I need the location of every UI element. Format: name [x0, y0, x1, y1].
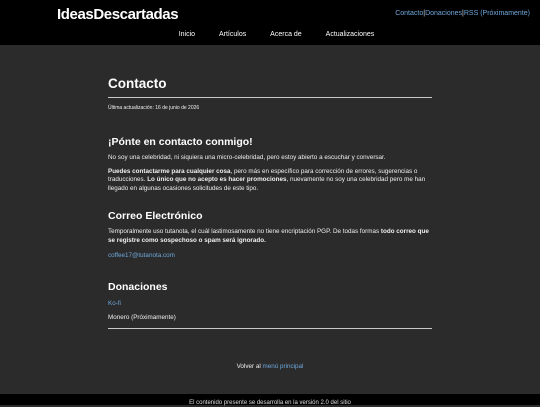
kofi-link[interactable]: Ko-fi: [108, 300, 121, 307]
bottom-note: El contenido presente se desarrolla en l…: [189, 400, 351, 406]
footer-divider: [108, 327, 432, 329]
site-logo[interactable]: IdeasDescartadas: [57, 5, 179, 25]
nav-item-articulos[interactable]: Artículos: [219, 31, 246, 38]
back-text: Volver al: [236, 363, 263, 370]
nav-item-actualizaciones[interactable]: Actualizaciones: [326, 31, 375, 38]
donations-heading: Donaciones: [108, 280, 168, 293]
top-link-rss[interactable]: RSS (Próximamente): [464, 10, 530, 17]
top-links: Contacto|Donaciones|RSS (Próximamente): [395, 9, 530, 18]
nav-item-inicio[interactable]: Inicio: [179, 31, 195, 38]
email-text: Temporalmente uso tutanota, el cuál last…: [108, 228, 381, 236]
top-link-donaciones[interactable]: Donaciones: [425, 10, 462, 17]
main-content: Contacto Última actualización: 16 de jun…: [108, 75, 432, 329]
contact-details: Puedes contactarme para cualquier cosa, …: [108, 168, 432, 194]
email-description: Temporalmente uso tutanota, el cuál last…: [108, 228, 432, 245]
top-link-contacto[interactable]: Contacto: [395, 10, 423, 17]
contact-bold-2: Lo único que no acepto es hacer promocio…: [147, 176, 287, 184]
last-updated: Última actualización: 16 de junio de 202…: [108, 105, 200, 112]
back-to-menu: Volver al menú principal: [0, 363, 540, 372]
main-menu-link[interactable]: menú principal: [262, 363, 303, 370]
contact-heading: ¡Pónte en contacto conmigo!: [108, 135, 253, 148]
email-link[interactable]: coffee17@tutanota.com: [108, 252, 175, 259]
main-nav: Inicio Artículos Acerca de Actualizacion…: [0, 30, 540, 39]
title-divider: [108, 97, 432, 99]
contact-intro: No soy una celebridad, ni siquiera una m…: [108, 154, 386, 162]
top-bar: IdeasDescartadas Contacto|Donaciones|RSS…: [0, 0, 540, 45]
contact-bold-1: Puedes contactarme para cualquier cosa: [108, 167, 231, 175]
email-heading: Correo Electrónico: [108, 210, 203, 223]
nav-item-acerca[interactable]: Acerca de: [270, 31, 302, 38]
page-title: Contacto: [108, 76, 167, 91]
monero-item: Monero (Próximamente): [108, 314, 176, 322]
